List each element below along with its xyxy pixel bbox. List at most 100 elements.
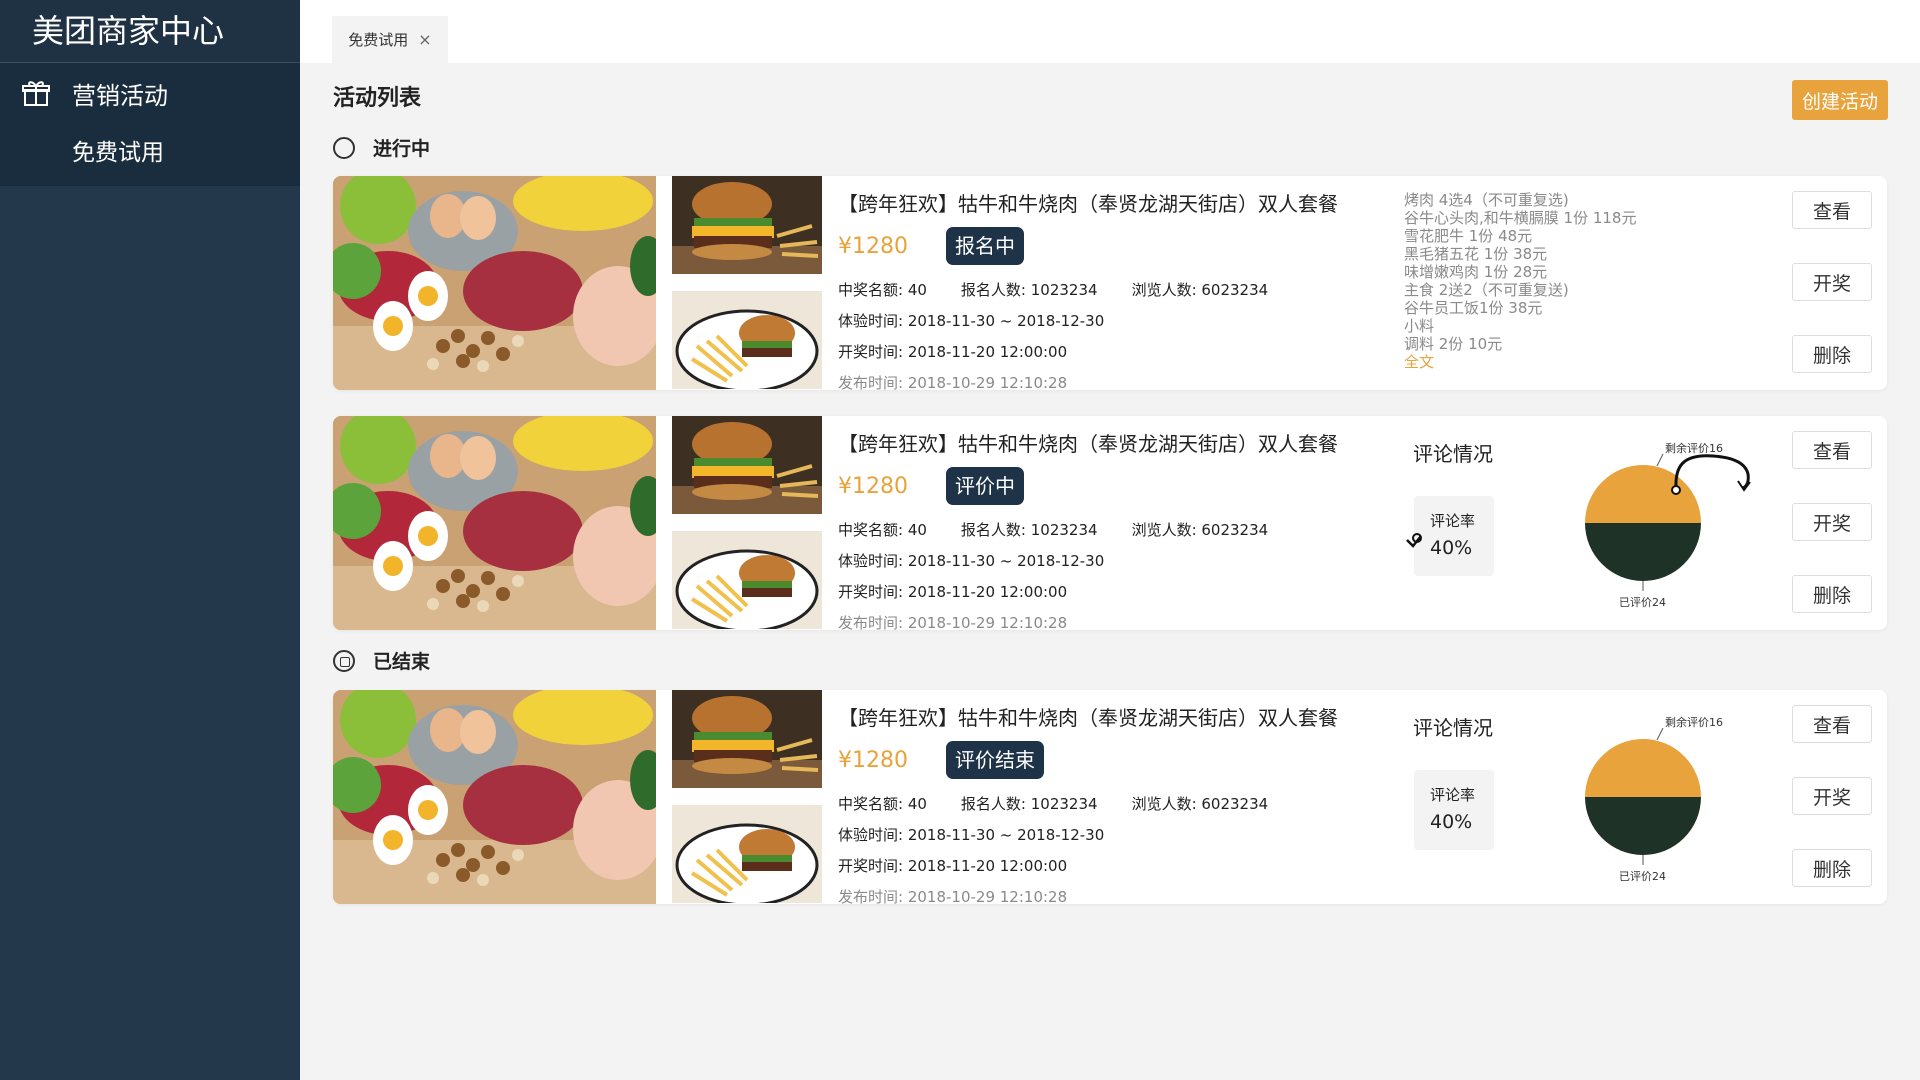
pie-label-remaining: 剩余评价16 — [1665, 441, 1723, 455]
card-info: 【跨年狂欢】牯牛和牛烧肉（奉贤龙湖天街店）双人套餐 ¥1280 评价中 中奖名额… — [838, 428, 1398, 630]
food-main-image — [333, 416, 656, 630]
show-full-link[interactable]: 全文 — [1404, 353, 1636, 371]
stats-row: 中奖名额: 40 报名人数: 1023234 浏览人数: 6023234 — [838, 279, 1398, 300]
sidebar-item-free-trial[interactable]: 免费试用 — [0, 123, 300, 183]
pen-annotation — [1674, 454, 1750, 490]
tab-label: 免费试用 — [348, 31, 409, 49]
plate-thumbnail — [672, 805, 822, 903]
stat-item: 中奖名额: 40 — [838, 521, 927, 539]
price-row: ¥1280 评价中 — [838, 467, 1398, 505]
card-info: 【跨年狂欢】牯牛和牛烧肉（奉贤龙湖天街店）双人套餐 ¥1280 评价结束 中奖名… — [838, 702, 1398, 904]
stats-row: 中奖名额: 40 报名人数: 1023234 浏览人数: 6023234 — [838, 519, 1398, 540]
menu-line: 谷牛员工饭1份 38元 — [1404, 299, 1543, 317]
page-title: 活动列表 — [333, 86, 422, 111]
section-ended: 已结束 — [333, 647, 430, 674]
delete-button[interactable]: 删除 — [1792, 849, 1872, 887]
view-button[interactable]: 查看 — [1792, 431, 1872, 469]
price-row: ¥1280 报名中 — [838, 227, 1398, 265]
publish-time: 发布时间: 2018-10-29 12:10:28 — [838, 374, 1068, 390]
stat-item: 浏览人数: 6023234 — [1131, 281, 1269, 299]
status-badge: 评价结束 — [946, 741, 1044, 779]
draw-time: 开奖时间: 2018-11-20 12:00:00 — [838, 343, 1068, 361]
view-button[interactable]: 查看 — [1792, 191, 1872, 229]
draw-button[interactable]: 开奖 — [1792, 503, 1872, 541]
circle-icon — [333, 136, 355, 159]
pie-slice-done — [1585, 523, 1701, 581]
gift-icon — [22, 81, 50, 106]
sidebar: 美团商家中心 营销活动 免费试用 — [0, 0, 300, 1080]
view-button[interactable]: 查看 — [1792, 705, 1872, 743]
sidebar-item-marketing[interactable]: 营销活动 — [0, 63, 300, 123]
burger-thumbnail — [672, 690, 822, 788]
activity-title: 【跨年狂欢】牯牛和牛烧肉（奉贤龙湖天街店）双人套餐 — [838, 432, 1338, 456]
pie-label-done: 已评价24 — [1619, 596, 1666, 609]
menu-line: 调料 2份 10元 — [1404, 335, 1503, 353]
food-main-image — [333, 690, 656, 904]
food-main-image — [333, 176, 656, 390]
draw-button[interactable]: 开奖 — [1792, 777, 1872, 815]
menu-line: 烤肉 4选4（不可重复选) — [1404, 191, 1569, 209]
burger-thumbnail — [672, 416, 822, 514]
pie-leader-top — [1656, 727, 1664, 741]
eval-title: 评论情况 — [1413, 442, 1493, 466]
create-activity-button[interactable]: 创建活动 — [1792, 80, 1888, 120]
pie-label-done: 已评价24 — [1619, 870, 1666, 883]
price: ¥1280 — [838, 473, 908, 499]
activity-title: 【跨年狂欢】牯牛和牛烧肉（奉贤龙湖天街店）双人套餐 — [838, 192, 1338, 216]
sidebar-item-marketing-label: 营销活动 — [72, 81, 168, 110]
price: ¥1280 — [838, 233, 908, 259]
activity-title: 【跨年狂欢】牯牛和牛烧肉（奉贤龙湖天街店）双人套餐 — [838, 706, 1338, 730]
status-badge: 报名中 — [946, 227, 1024, 265]
draw-time: 开奖时间: 2018-11-20 12:00:00 — [838, 857, 1068, 875]
pie-slice-remaining — [1585, 465, 1701, 523]
experience-time: 体验时间: 2018-11-30 ~ 2018-12-30 — [838, 552, 1105, 570]
stat-item: 报名人数: 1023234 — [960, 281, 1098, 299]
activity-card: 【跨年狂欢】牯牛和牛烧肉（奉贤龙湖天街店）双人套餐 ¥1280 评价中 中奖名额… — [333, 416, 1887, 630]
menu-line: 主食 2送2（不可重复送) — [1404, 281, 1569, 299]
burger-thumbnail — [672, 176, 822, 274]
pie-leader-top — [1656, 453, 1664, 467]
menu-line: 味增嫩鸡肉 1份 28元 — [1404, 263, 1548, 281]
package-menu: 烤肉 4选4（不可重复选) 谷牛心头肉,和牛横膈膜 1份 118元 雪花肥牛 1份 … — [1404, 191, 1636, 371]
menu-line: 谷牛心头肉,和牛横膈膜 1份 118元 — [1404, 209, 1637, 227]
pie-label-remaining: 剩余评价16 — [1665, 715, 1723, 729]
menu-line: 小料 — [1404, 317, 1435, 335]
comment-pie-chart: 剩余评价16 已评价24 — [1585, 715, 1723, 883]
rate-label: 评论率 — [1430, 786, 1476, 804]
stat-item: 报名人数: 1023234 — [960, 795, 1098, 813]
stat-item: 中奖名额: 40 — [838, 795, 927, 813]
menu-line: 黑毛猪五花 1份 38元 — [1404, 245, 1548, 263]
section-ongoing: 进行中 — [333, 134, 430, 161]
close-icon[interactable]: × — [418, 30, 431, 49]
publish-time: 发布时间: 2018-10-29 12:10:28 — [838, 888, 1068, 904]
card-info: 【跨年狂欢】牯牛和牛烧肉（奉贤龙湖天街店）双人套餐 ¥1280 报名中 中奖名额… — [838, 188, 1398, 390]
price-row: ¥1280 评价结束 — [838, 741, 1398, 779]
tab-free-trial[interactable]: 免费试用 × — [332, 16, 448, 63]
experience-time: 体验时间: 2018-11-30 ~ 2018-12-30 — [838, 826, 1105, 844]
draw-time: 开奖时间: 2018-11-20 12:00:00 — [838, 583, 1068, 601]
comment-rate-box: 评论率 40% — [1414, 770, 1494, 850]
card-actions: 查看 开奖 删除 — [1792, 191, 1872, 390]
stat-item: 浏览人数: 6023234 — [1131, 521, 1269, 539]
stat-item: 报名人数: 1023234 — [960, 521, 1098, 539]
activity-card: 【跨年狂欢】牯牛和牛烧肉（奉贤龙湖天街店）双人套餐 ¥1280 报名中 中奖名额… — [333, 176, 1887, 390]
pie-slice-done — [1585, 797, 1701, 855]
section-ended-label: 已结束 — [373, 651, 431, 673]
rate-value: 40% — [1430, 537, 1473, 559]
experience-time: 体验时间: 2018-11-30 ~ 2018-12-30 — [838, 312, 1105, 330]
pen-mark-icon — [1406, 533, 1422, 548]
delete-button[interactable]: 删除 — [1792, 335, 1872, 373]
delete-button[interactable]: 删除 — [1792, 575, 1872, 613]
menu-line: 雪花肥牛 1份 48元 — [1404, 227, 1533, 245]
stat-item: 浏览人数: 6023234 — [1131, 795, 1269, 813]
activity-card: 【跨年狂欢】牯牛和牛烧肉（奉贤龙湖天街店）双人套餐 ¥1280 评价结束 中奖名… — [333, 690, 1887, 904]
eval-title: 评论情况 — [1413, 716, 1493, 740]
rate-label: 评论率 — [1430, 512, 1476, 530]
card-actions: 查看 开奖 删除 — [1792, 431, 1872, 630]
draw-button[interactable]: 开奖 — [1792, 263, 1872, 301]
stat-item: 中奖名额: 40 — [838, 281, 927, 299]
plate-thumbnail — [672, 291, 822, 389]
section-ongoing-label: 进行中 — [373, 138, 431, 160]
card-actions: 查看 开奖 删除 — [1792, 705, 1872, 904]
status-badge: 评价中 — [946, 467, 1024, 505]
